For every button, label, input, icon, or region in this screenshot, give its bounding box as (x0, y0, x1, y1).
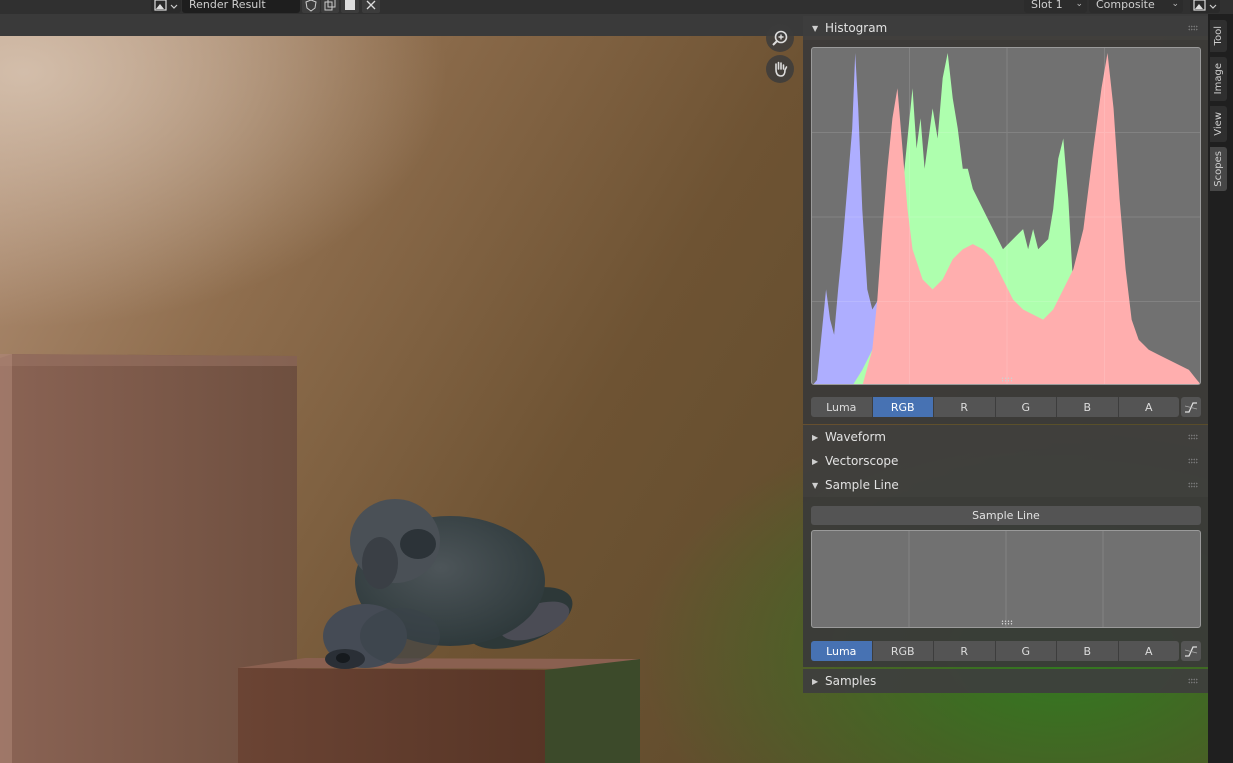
image-channels-icon (1193, 0, 1217, 11)
tab-scopes[interactable]: Scopes (1210, 147, 1227, 191)
sample-line-button[interactable]: Sample Line (811, 506, 1201, 525)
sample-line-mode-b[interactable]: B (1057, 641, 1119, 661)
expanded-arrow-icon: ▼ (812, 480, 819, 490)
new-image-button[interactable] (341, 0, 359, 13)
sample-line-mode-toggle: Luma RGB R G B A (811, 641, 1179, 661)
drag-handle-icon[interactable] (1188, 458, 1198, 464)
sample-line-mode-luma[interactable]: Luma (811, 641, 873, 661)
collapsed-arrow-icon: ▶ (812, 432, 819, 442)
histogram-mode-b[interactable]: B (1057, 397, 1119, 417)
image-editor-header: Render Result Slot 1 ⌄ Composite ⌄ (0, 0, 1233, 14)
image-browse-button[interactable] (151, 0, 181, 13)
tab-view-label: View (1213, 112, 1224, 136)
render-layer-select[interactable]: Composite ⌄ (1089, 0, 1183, 13)
collapsed-arrow-icon: ▶ (812, 676, 819, 686)
fake-user-button[interactable] (302, 0, 320, 13)
histogram-mode-toggle: Luma RGB R G B A (811, 397, 1179, 417)
tab-view[interactable]: View (1210, 106, 1227, 142)
histogram-panel-body: Luma RGB R G B A (803, 40, 1208, 424)
sample-line-panel-title: Sample Line (825, 478, 899, 492)
sample-line-panel-body: Sample Line Luma RGB R G B A (803, 497, 1208, 667)
sample-line-plot (811, 530, 1201, 628)
sample-line-mode-a[interactable]: A (1118, 641, 1179, 661)
histogram-mode-r[interactable]: R (934, 397, 996, 417)
duplicate-image-button[interactable] (321, 0, 339, 13)
waveform-panel-header[interactable]: ▶ Waveform (803, 425, 1208, 449)
histogram-resize-handle[interactable] (1001, 377, 1013, 382)
render-layer-value: Composite (1096, 0, 1155, 11)
render-slot-value: Slot 1 (1031, 0, 1063, 11)
sample-line-mode-r[interactable]: R (934, 641, 996, 661)
log-curve-icon (1184, 402, 1198, 413)
sidebar-tab-bar: Tool Image View Scopes (1208, 14, 1233, 763)
chevron-down-icon: ⌄ (1075, 0, 1083, 9)
drag-handle-icon[interactable] (1188, 434, 1198, 440)
expanded-arrow-icon: ▼ (812, 23, 819, 33)
histogram-log-scale-button[interactable] (1181, 397, 1201, 417)
sample-line-log-scale-button[interactable] (1181, 641, 1201, 661)
vectorscope-panel-header[interactable]: ▶ Vectorscope (803, 449, 1208, 473)
histogram-mode-g[interactable]: G (995, 397, 1057, 417)
drag-handle-icon[interactable] (1188, 25, 1198, 31)
tab-tool-label: Tool (1213, 26, 1224, 46)
display-channels-button[interactable] (1190, 0, 1220, 13)
sample-line-graph (908, 531, 1104, 627)
image-name-text: Render Result (189, 0, 266, 11)
sample-line-mode-g[interactable]: G (995, 641, 1057, 661)
sample-line-panel-header[interactable]: ▼ Sample Line (803, 473, 1208, 497)
pan-button[interactable] (766, 55, 794, 83)
drag-handle-icon[interactable] (1188, 678, 1198, 684)
samples-panel-title: Samples (825, 674, 877, 688)
histogram-mode-luma[interactable]: Luma (811, 397, 873, 417)
render-slot-select[interactable]: Slot 1 ⌄ (1024, 0, 1087, 13)
copy-icon (324, 0, 336, 10)
tab-image-label: Image (1213, 63, 1224, 95)
close-icon (366, 0, 376, 9)
sample-line-mode-rgb[interactable]: RGB (872, 641, 934, 661)
histogram-plot (811, 47, 1201, 385)
histogram-panel-title: Histogram (825, 21, 888, 35)
samples-panel-header[interactable]: ▶ Samples (803, 669, 1208, 693)
tab-scopes-label: Scopes (1213, 151, 1224, 187)
image-icon (154, 0, 178, 11)
histogram-mode-a[interactable]: A (1118, 397, 1179, 417)
waveform-panel-title: Waveform (825, 430, 886, 444)
hand-icon (775, 61, 788, 77)
image-new-icon (345, 0, 355, 10)
tab-tool[interactable]: Tool (1210, 20, 1227, 52)
shield-icon (305, 0, 317, 12)
histogram-graph (812, 48, 1200, 384)
unlink-image-button[interactable] (362, 0, 380, 13)
scopes-sidebar: ▼ Histogram Luma RGB R G B A ▶ Waveform … (803, 14, 1208, 763)
zoom-icon (772, 30, 788, 46)
histogram-mode-rgb[interactable]: RGB (872, 397, 934, 417)
histogram-panel-header[interactable]: ▼ Histogram (803, 16, 1208, 40)
drag-handle-icon[interactable] (1188, 482, 1198, 488)
chevron-down-icon: ⌄ (1171, 0, 1179, 9)
image-name-field[interactable]: Render Result (182, 0, 300, 13)
tab-image[interactable]: Image (1210, 57, 1227, 101)
zoom-button[interactable] (766, 24, 794, 52)
sample-line-resize-handle[interactable] (1001, 620, 1013, 625)
collapsed-arrow-icon: ▶ (812, 456, 819, 466)
vectorscope-panel-title: Vectorscope (825, 454, 899, 468)
log-curve-icon (1184, 646, 1198, 657)
